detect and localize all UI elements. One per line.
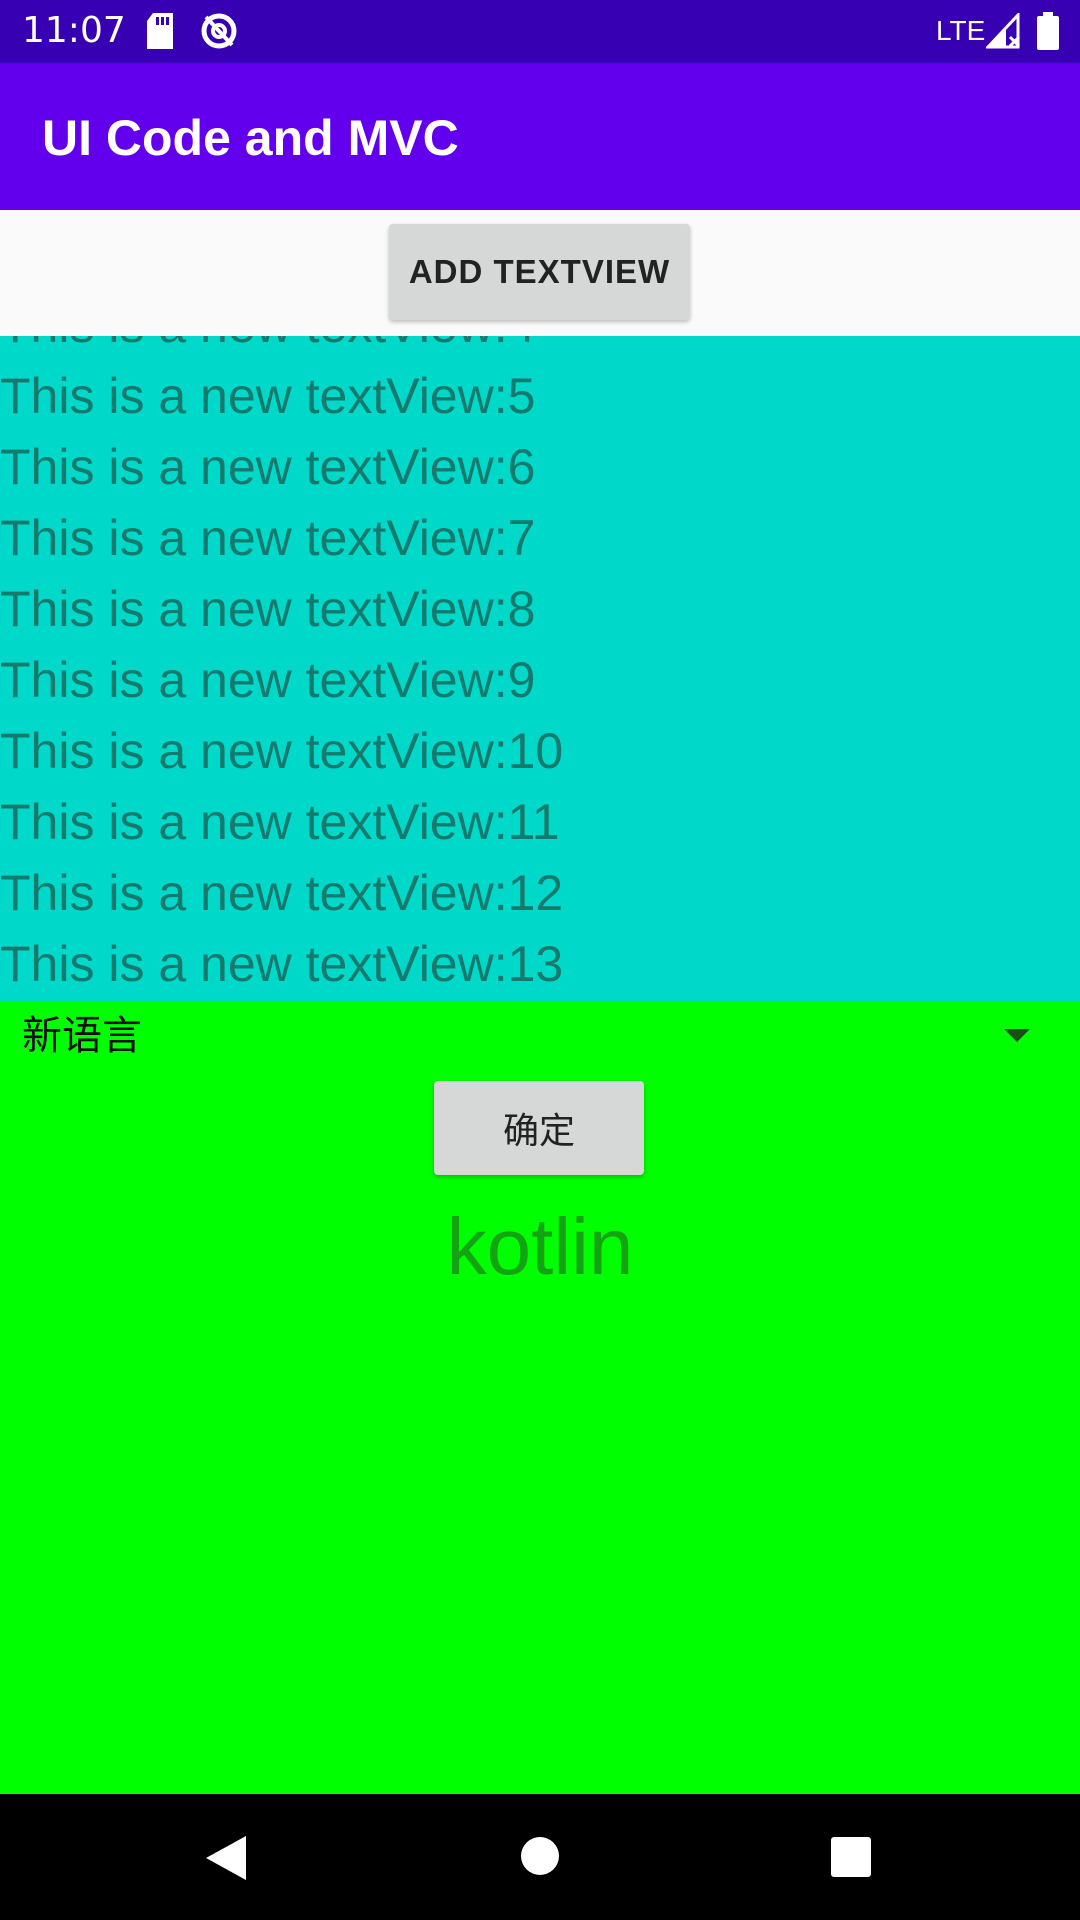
- list-item: This is a new textView:13: [0, 936, 564, 992]
- confirm-button[interactable]: 确定: [434, 1081, 644, 1175]
- status-bar: 11:07 LTE: [0, 0, 1080, 63]
- app-bar: UI Code and MVC: [0, 63, 1080, 210]
- recents-icon[interactable]: [830, 1836, 872, 1882]
- home-icon[interactable]: [520, 1836, 560, 1880]
- signal-icon: [984, 11, 1022, 53]
- language-spinner[interactable]: 新语言: [0, 1001, 1080, 1069]
- list-item: This is a new textView:8: [0, 581, 536, 637]
- list-item: This is a new textView:12: [0, 865, 564, 921]
- navigation-bar: [0, 1794, 1080, 1920]
- textview-list-content: This is a new textView:4 This is a new t…: [0, 336, 1080, 1000]
- button-strip: ADD TEXTVIEW: [0, 210, 1080, 336]
- add-textview-button[interactable]: ADD TEXTVIEW: [389, 224, 690, 320]
- list-item: This is a new textView:11: [0, 794, 560, 850]
- sync-icon: [200, 11, 238, 55]
- result-text: kotlin: [446, 1202, 634, 1291]
- app-title: UI Code and MVC: [42, 110, 459, 166]
- language-panel: 新语言 确定 kotlin: [0, 1001, 1080, 1794]
- textview-list[interactable]: This is a new textView:4 This is a new t…: [0, 336, 1080, 1001]
- status-time: 11:07: [22, 10, 126, 51]
- sd-card-icon: [145, 13, 175, 53]
- list-item: This is a new textView:9: [0, 652, 536, 708]
- list-item: This is a new textView:7: [0, 510, 536, 566]
- battery-icon: [1036, 12, 1060, 54]
- back-icon[interactable]: [204, 1834, 248, 1886]
- list-item: This is a new textView:6: [0, 439, 536, 495]
- network-type: LTE: [936, 15, 986, 46]
- list-item: This is a new textView:4: [0, 336, 1080, 361]
- dropdown-arrow-icon: [1002, 1027, 1032, 1047]
- spinner-selected-value: 新语言: [22, 1013, 142, 1059]
- list-item: This is a new textView:5: [0, 368, 536, 424]
- list-item: This is a new textView:10: [0, 723, 564, 779]
